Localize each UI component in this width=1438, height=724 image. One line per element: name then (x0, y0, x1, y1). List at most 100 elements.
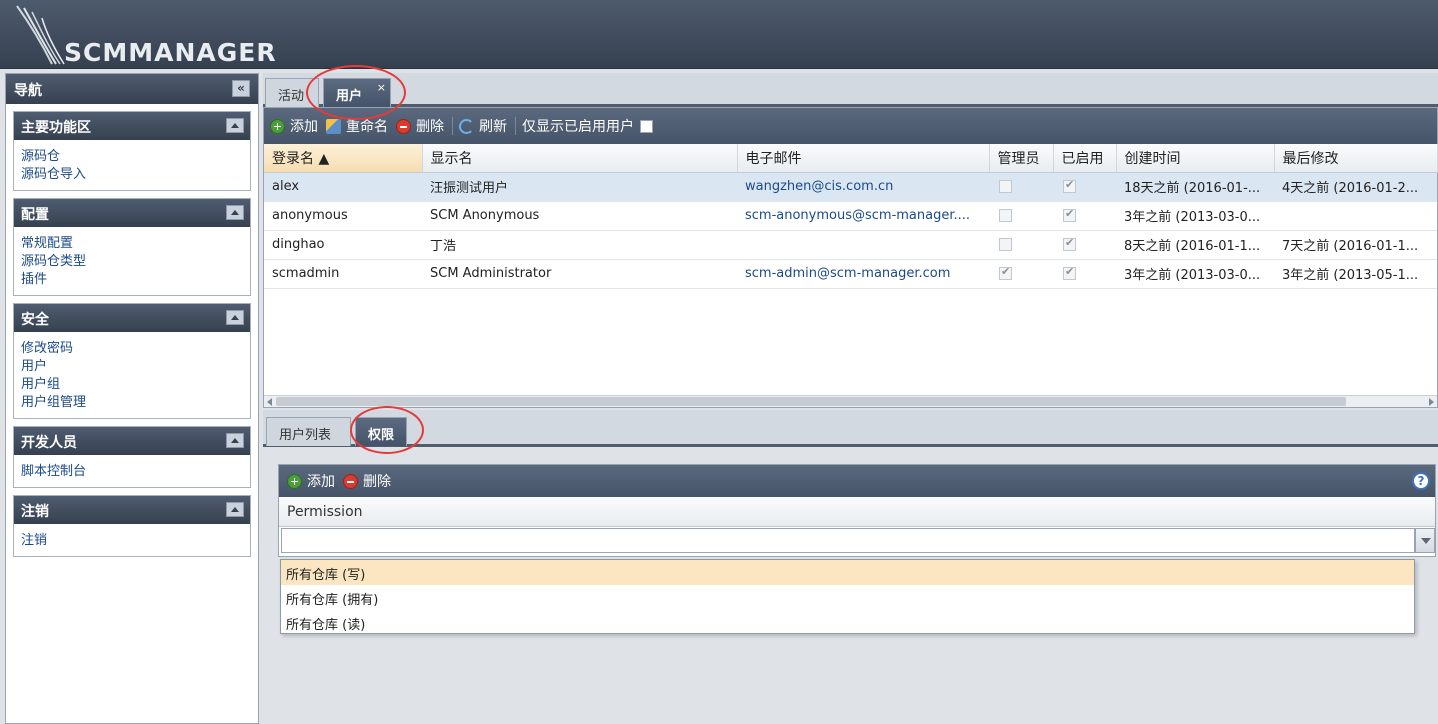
permission-edit-row (279, 527, 1435, 557)
enabled-checkbox (1063, 265, 1076, 280)
toolbar-separator (515, 117, 516, 135)
nav-panel-config: 配置 常规配置 源码仓类型 插件 (13, 198, 251, 296)
column-header-modified[interactable]: 最后修改 (1274, 144, 1438, 173)
panel-header[interactable]: 注销 (14, 496, 250, 524)
delete-user-button[interactable]: 删除 (396, 116, 444, 136)
collapse-panel-icon[interactable] (226, 502, 244, 517)
panel-header[interactable]: 安全 (14, 304, 250, 332)
nav-link-repositories[interactable]: 源码仓 (21, 148, 243, 166)
cell-enabled (1053, 172, 1116, 202)
horizontal-scrollbar[interactable] (264, 395, 1437, 407)
permission-options-dropdown: 所有仓库 (写) 所有仓库 (拥有) 所有仓库 (读) (280, 559, 1415, 634)
tab-permissions[interactable]: 权限 (355, 417, 407, 446)
cell-admin (989, 259, 1053, 289)
table-row[interactable]: anonymous SCM Anonymous scm-anonymous@sc… (264, 201, 1437, 231)
cell-admin (989, 172, 1053, 202)
add-permission-button[interactable]: 添加 (287, 471, 335, 491)
permission-column-header[interactable]: Permission (279, 497, 1435, 527)
cell-email: scm-admin@scm-manager.com (737, 259, 989, 289)
scroll-left-icon[interactable] (267, 398, 272, 406)
help-icon[interactable]: ? (1412, 472, 1430, 490)
nav-link-plugins[interactable]: 插件 (21, 271, 243, 289)
permissions-detail: 添加 删除 ? Permission 所有仓库 (写) 所有仓库 (拥有) 所有… (263, 447, 1438, 724)
collapse-panel-icon[interactable] (226, 310, 244, 325)
enabled-checkbox (1063, 207, 1076, 222)
tab-label: 用户 (336, 89, 363, 104)
nav-link-script-console[interactable]: 脚本控制台 (21, 463, 243, 481)
permission-combobox-input[interactable] (281, 528, 1415, 553)
only-enabled-checkbox[interactable] (640, 119, 653, 133)
collapse-panel-icon[interactable] (226, 118, 244, 133)
nav-panel-main: 主要功能区 源码仓 源码仓导入 (13, 111, 251, 191)
collapse-panel-icon[interactable] (226, 433, 244, 448)
collapse-panel-icon[interactable] (226, 205, 244, 220)
panel-header[interactable]: 主要功能区 (14, 112, 250, 140)
nav-link-groups[interactable]: 用户组 (21, 376, 243, 394)
nav-link-repository-types[interactable]: 源码仓类型 (21, 253, 243, 271)
cell-modified: 7天之前 (2016-01-1... (1274, 230, 1437, 260)
scroll-right-icon[interactable] (1429, 398, 1434, 406)
cell-enabled (1053, 230, 1116, 260)
admin-checkbox (999, 265, 1012, 280)
option-all-repos-write[interactable]: 所有仓库 (写) (281, 560, 1414, 585)
cell-display-name: SCM Anonymous (422, 201, 737, 231)
option-all-repos-owner[interactable]: 所有仓库 (拥有) (281, 585, 1414, 610)
enabled-checkbox (1063, 236, 1076, 251)
cell-created: 3年之前 (2013-03-0... (1116, 201, 1274, 231)
tab-user-list[interactable]: 用户列表 (266, 417, 351, 446)
table-row[interactable]: dinghao 丁浩 8天之前 (2016-01-1... 7天之前 (2016… (264, 230, 1437, 260)
option-all-repos-read[interactable]: 所有仓库 (读) (281, 610, 1414, 635)
cell-display-name: 汪振测试用户 (422, 172, 737, 202)
nav-link-general-config[interactable]: 常规配置 (21, 235, 243, 253)
tab-activity[interactable]: 活动 (265, 78, 319, 107)
nav-link-group-management[interactable]: 用户组管理 (21, 394, 243, 412)
scrollbar-thumb[interactable] (276, 397, 1346, 406)
rename-icon (326, 118, 341, 134)
panel-title: 注销 (21, 504, 49, 520)
cell-login: anonymous (264, 201, 422, 231)
column-header-email[interactable]: 电子邮件 (737, 144, 990, 173)
collapse-sidebar-icon[interactable]: « (232, 80, 250, 97)
table-row[interactable]: alex 汪振测试用户 wangzhen@cis.com.cn 18天之前 (2… (264, 172, 1437, 202)
column-header-display-name[interactable]: 显示名 (422, 144, 738, 173)
column-header-admin[interactable]: 管理员 (989, 144, 1054, 173)
cell-enabled (1053, 259, 1116, 289)
delete-permission-button[interactable]: 删除 (343, 471, 391, 491)
admin-checkbox (999, 209, 1012, 222)
add-icon (287, 473, 302, 489)
permissions-toolbar: 添加 删除 ? (279, 465, 1435, 497)
toolbar-separator (452, 117, 453, 135)
button-label: 重命名 (346, 119, 388, 135)
nav-link-users[interactable]: 用户 (21, 358, 243, 376)
cell-modified (1274, 201, 1437, 231)
cell-created: 18天之前 (2016-01-... (1116, 172, 1274, 202)
nav-header: 导航 « (6, 74, 258, 104)
users-toolbar: 添加 重命名 删除 刷新 仅显示已启用用户 (264, 108, 1437, 144)
cell-created: 8天之前 (2016-01-1... (1116, 230, 1274, 260)
cell-login: dinghao (264, 230, 422, 260)
add-user-button[interactable]: 添加 (270, 116, 318, 136)
enabled-checkbox (1063, 178, 1076, 193)
button-label: 删除 (416, 119, 444, 135)
only-enabled-filter[interactable]: 仅显示已启用用户 (522, 116, 653, 136)
refresh-button[interactable]: 刷新 (459, 116, 507, 136)
nav-link-logout[interactable]: 注销 (21, 532, 243, 550)
button-label: 删除 (363, 474, 391, 490)
cell-email: wangzhen@cis.com.cn (737, 172, 989, 202)
column-header-login[interactable]: 登录名 ▲ (264, 144, 423, 173)
main-tabbar: 活动 用户 × (263, 73, 1438, 107)
rename-user-button[interactable]: 重命名 (326, 116, 388, 136)
panel-header[interactable]: 配置 (14, 199, 250, 227)
cell-admin (989, 201, 1053, 231)
nav-link-change-password[interactable]: 修改密码 (21, 340, 243, 358)
main-area: 活动 用户 × 添加 重命名 删除 刷新 仅显示已启用用户 登录名 ▲ 显示名 … (263, 73, 1438, 724)
chevron-down-icon[interactable] (1415, 528, 1435, 553)
tab-users[interactable]: 用户 × (323, 78, 391, 107)
nav-link-repository-import[interactable]: 源码仓导入 (21, 166, 243, 184)
column-header-enabled[interactable]: 已启用 (1053, 144, 1117, 173)
users-table: 登录名 ▲ 显示名 电子邮件 管理员 已启用 创建时间 最后修改 alex 汪振… (264, 144, 1438, 289)
table-row[interactable]: scmadmin SCM Administrator scm-admin@scm… (264, 259, 1437, 289)
panel-header[interactable]: 开发人员 (14, 427, 250, 455)
column-header-created[interactable]: 创建时间 (1116, 144, 1275, 173)
close-tab-icon[interactable]: × (377, 81, 386, 94)
